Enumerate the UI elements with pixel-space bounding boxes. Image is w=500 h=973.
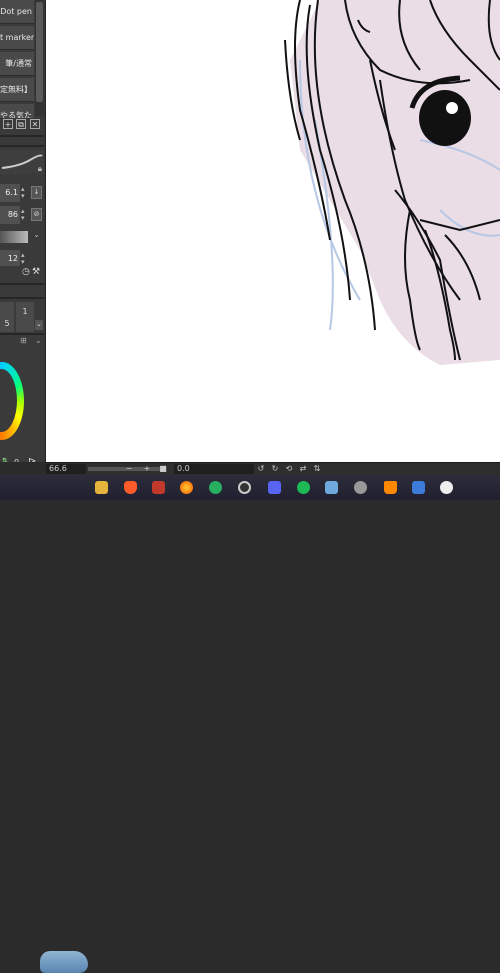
wrench-icon[interactable]: ⚒ (32, 267, 40, 277)
app-dark-icon[interactable] (238, 481, 251, 494)
new-brush-icon[interactable]: + (3, 119, 13, 129)
brush-item[interactable]: t marker (0, 26, 34, 50)
brush-item[interactable]: 筆/通常 (0, 52, 34, 76)
brush-size-row: 6.1 ▴ ▾ ↓ (0, 184, 44, 202)
brave-icon[interactable] (124, 481, 137, 494)
brush-list: Dot pen t marker 筆/通常 定無料】 やる気た (0, 0, 34, 130)
panel-values-row: 5 1 ⌄ (0, 302, 44, 332)
delete-icon[interactable]: ✕ (30, 119, 40, 129)
panel-divider (0, 135, 44, 137)
zoom-in-icon[interactable]: + (142, 464, 152, 474)
brush-size-value[interactable]: 6.1 (0, 184, 20, 202)
spinner-icon[interactable]: ▴ ▾ (21, 186, 29, 200)
color-value: 0 (14, 458, 19, 462)
brush-shape-row: ⌄ (0, 228, 44, 246)
taskbar (0, 475, 500, 973)
brush-tip-preview[interactable] (0, 231, 28, 243)
duplicate-icon[interactable]: ⧉ (16, 119, 26, 129)
scrollbar-thumb[interactable] (36, 2, 43, 102)
eyedropper-icon[interactable]: ⇅ (2, 457, 8, 462)
grid-icon[interactable]: ⊞ (20, 336, 27, 345)
spinner-icon[interactable]: ▴ ▾ (21, 252, 29, 266)
opacity-row: 86 ▴ ▾ ⊘ (0, 206, 44, 224)
brush-item[interactable]: 定無料】 (0, 78, 34, 102)
stroke-preview: 🔒︎ (0, 150, 44, 174)
size-dropdown-icon[interactable]: ↓ (31, 186, 42, 199)
status-bar: 66.6 − + ■ 0.0 ↺ ↻ ⟲ ⇄ ⇅ (46, 462, 500, 476)
fish-wallpaper-icon (40, 951, 88, 973)
panel-value[interactable]: 5 (0, 302, 14, 332)
panel-divider (0, 283, 44, 285)
photos-icon[interactable] (325, 481, 338, 494)
angle-field[interactable]: 0.0 (174, 464, 254, 474)
flip-vertical-icon[interactable]: ⇅ (312, 464, 322, 474)
panel-divider (0, 297, 44, 299)
zoom-out-icon[interactable]: − (124, 464, 134, 474)
app-gray-icon[interactable] (354, 481, 367, 494)
discord-icon[interactable] (268, 481, 281, 494)
color-panel-footer: ⇅ 0 ⊳ (0, 456, 44, 462)
lock-icon[interactable]: 🔒︎ (38, 164, 42, 174)
panel-divider (0, 145, 44, 147)
vlc-icon[interactable] (384, 481, 397, 494)
app-blue-icon[interactable] (412, 481, 425, 494)
flip-icon[interactable]: ⇄ (298, 464, 308, 474)
opacity-toggle-icon[interactable]: ⊘ (31, 208, 42, 221)
chevron-down-icon[interactable]: ⌄ (35, 320, 43, 330)
drawing-canvas[interactable] (46, 0, 500, 462)
opacity-value[interactable]: 86 (0, 206, 20, 224)
zoom-field[interactable]: 66.6 (46, 464, 86, 474)
firefox-icon[interactable] (180, 481, 193, 494)
rotate-left-icon[interactable]: ↺ (256, 464, 266, 474)
panel-divider (0, 333, 44, 335)
spotify-icon[interactable] (297, 481, 310, 494)
app-red-icon[interactable] (152, 481, 165, 494)
spinner-icon[interactable]: ▴ ▾ (21, 208, 29, 222)
file-explorer-icon[interactable] (95, 481, 108, 494)
rotate-right-icon[interactable]: ↻ (270, 464, 280, 474)
brush-list-scrollbar[interactable] (35, 0, 44, 116)
tool-sidebar: Dot pen t marker 筆/通常 定無料】 やる気た + ⧉ ✕ 🔒︎… (0, 0, 46, 462)
tool-options-row: ◷ ⚒ (0, 266, 44, 280)
play-icon[interactable]: ⊳ (28, 456, 36, 462)
app-white-icon[interactable] (440, 481, 453, 494)
stop-icon[interactable]: ■ (158, 464, 168, 474)
brush-item[interactable]: Dot pen (0, 0, 34, 24)
clock-icon[interactable]: ◷ (22, 267, 30, 277)
chevron-down-icon[interactable]: ⌄ (31, 230, 42, 243)
brush-toolbar: + ⧉ ✕ (0, 118, 44, 132)
chevron-down-icon[interactable]: ⌄ (35, 336, 42, 345)
sketch-artwork (284, 0, 500, 365)
xbox-icon[interactable] (209, 481, 222, 494)
reset-rotation-icon[interactable]: ⟲ (284, 464, 294, 474)
color-panel-header: ⊞ ⌄ (0, 336, 44, 348)
panel-value[interactable]: 1 (16, 302, 34, 332)
